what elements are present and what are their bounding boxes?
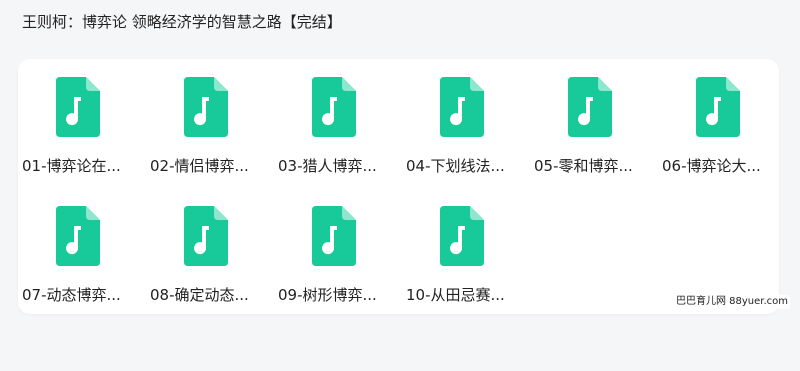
file-label: 02-情侣博弈...	[150, 157, 249, 175]
page-title: 王则柯：博弈论 领略经济学的智慧之路【完结】	[22, 13, 342, 31]
file-item-02[interactable]: 02-情侣博弈...	[146, 59, 266, 175]
file-label: 03-猎人博弈...	[278, 157, 377, 175]
file-item-07[interactable]: 07-动态博弈...	[18, 188, 138, 304]
file-item-03[interactable]: 03-猎人博弈...	[274, 59, 394, 175]
file-label: 06-博弈论大...	[662, 157, 761, 175]
file-item-06[interactable]: 06-博弈论大...	[658, 59, 778, 175]
audio-file-icon	[184, 77, 228, 137]
file-label: 05-零和博弈...	[534, 157, 633, 175]
audio-file-icon	[56, 77, 100, 137]
audio-file-icon	[440, 206, 484, 266]
file-item-10[interactable]: 10-从田忌赛...	[402, 188, 522, 304]
file-item-08[interactable]: 08-确定动态...	[146, 188, 266, 304]
file-item-09[interactable]: 09-树形博弈...	[274, 188, 394, 304]
file-item-05[interactable]: 05-零和博弈...	[530, 59, 650, 175]
file-grid: 01-博弈论在... 02-情侣博弈... 03-猎人博弈... 04-下划线法…	[18, 59, 779, 314]
audio-file-icon	[696, 77, 740, 137]
file-label: 08-确定动态...	[150, 286, 249, 304]
file-label: 07-动态博弈...	[22, 286, 121, 304]
file-label: 01-博弈论在...	[22, 157, 121, 175]
file-label: 10-从田忌赛...	[406, 286, 505, 304]
file-label: 04-下划线法...	[406, 157, 505, 175]
audio-file-icon	[312, 206, 356, 266]
file-grid-panel: 01-博弈论在... 02-情侣博弈... 03-猎人博弈... 04-下划线法…	[18, 59, 779, 314]
file-item-01[interactable]: 01-博弈论在...	[18, 59, 138, 175]
file-item-04[interactable]: 04-下划线法...	[402, 59, 522, 175]
audio-file-icon	[440, 77, 484, 137]
audio-file-icon	[568, 77, 612, 137]
file-label: 09-树形博弈...	[278, 286, 377, 304]
audio-file-icon	[312, 77, 356, 137]
audio-file-icon	[56, 206, 100, 266]
audio-file-icon	[184, 206, 228, 266]
watermark: 巴巴育儿网 88yuer.com	[673, 295, 790, 309]
